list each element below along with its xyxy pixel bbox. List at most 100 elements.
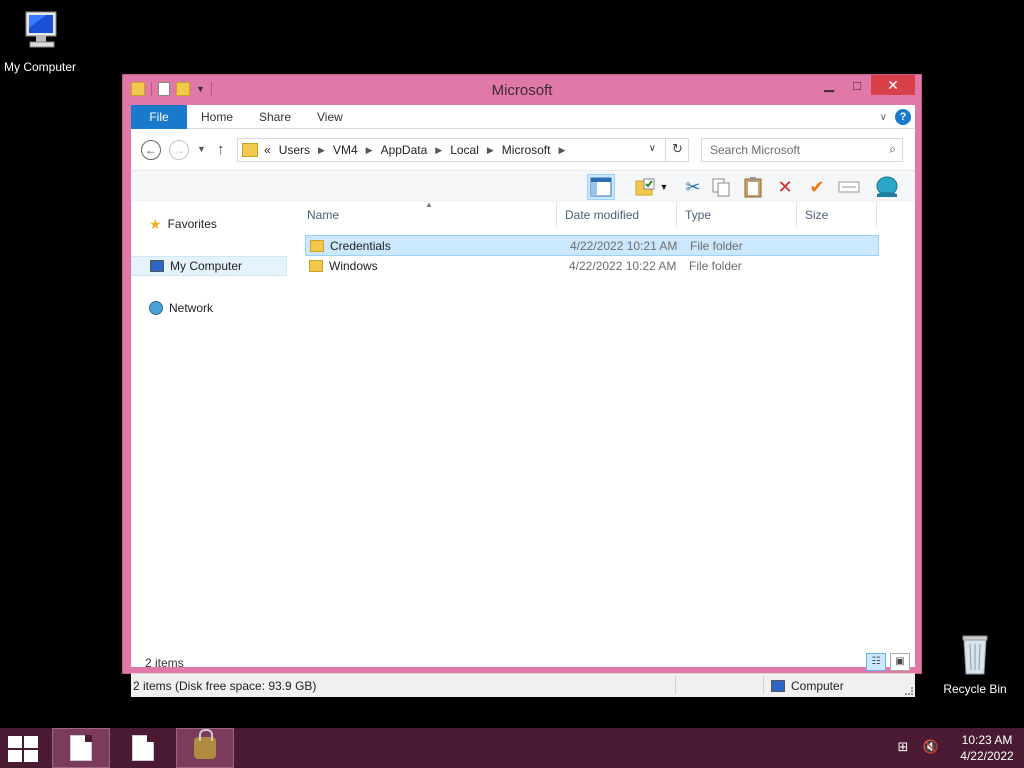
breadcrumb-item[interactable]: Users [279,143,310,157]
clock[interactable]: 10:23 AM 4/22/2022 [950,732,1024,764]
chevron-right-icon[interactable]: ▶ [366,145,373,156]
large-icons-view-button[interactable]: ▣ [890,653,910,671]
preview-pane-button[interactable] [587,174,615,200]
tab-home[interactable]: Home [201,105,233,129]
resize-grip[interactable] [905,687,913,695]
delete-x-icon: ✕ [777,176,793,197]
taskbar-app-document-2[interactable] [114,728,172,768]
taskbar: ⊞ 🔇 10:23 AM 4/22/2022 [0,728,1024,768]
network-icon [149,301,163,315]
taskbar-app-lock[interactable] [176,728,234,768]
forward-button[interactable]: → [169,140,189,160]
nav-item-network[interactable]: Network [131,298,287,318]
delete-button[interactable]: ✕ [771,174,799,200]
globe-icon [876,176,898,197]
column-header-size[interactable]: Size [797,202,877,228]
desktop-recycle-bin[interactable]: Recycle Bin [935,630,1015,696]
folder-check-icon [635,178,655,196]
explorer-window: ▼ Microsoft ▁ □ ✕ File Home Share View ∨… [122,74,922,697]
file-name: Credentials [330,239,391,253]
details-view-button[interactable]: ☷ [866,653,886,671]
status-location-label: Computer [791,679,844,693]
internet-button[interactable] [873,174,901,200]
computer-icon [16,8,64,56]
breadcrumb-item[interactable]: VM4 [333,143,358,157]
copy-button[interactable] [707,174,735,200]
item-count: 2 items [145,656,184,670]
column-headers: ▲ Name Date modified Type Size [297,200,877,228]
windows-logo-icon [8,750,22,762]
table-row[interactable]: Credentials 4/22/2022 10:21 AM File fold… [305,235,879,256]
folder-icon [242,143,258,157]
title-bar[interactable]: ▼ Microsoft ▁ □ ✕ [123,75,921,105]
cut-button[interactable]: ✂ [679,174,707,200]
recent-locations-icon[interactable]: ▼ [197,144,206,154]
minimize-button[interactable]: ▁ [815,75,843,95]
paste-button[interactable] [739,174,767,200]
recycle-bin-icon [951,630,999,678]
clock-time: 10:23 AM [961,733,1013,747]
system-tray: ⊞ 🔇 10:23 AM 4/22/2022 [894,728,1024,768]
arrow-right-icon: → [173,143,185,157]
up-button[interactable]: ↑ [217,141,225,158]
toolbar-dropdown-icon[interactable]: ▼ [657,174,671,200]
file-type: File folder [689,259,742,273]
back-button[interactable]: ← [141,140,161,160]
taskbar-app-document[interactable] [52,728,110,768]
close-button[interactable]: ✕ [871,75,915,95]
chevron-right-icon[interactable]: ▶ [487,145,494,156]
unlocked-padlock-icon [194,729,216,759]
clipboard-icon [744,177,762,198]
address-dropdown-icon[interactable]: ∨ [649,143,656,154]
desktop-my-computer[interactable]: My Computer [0,8,80,74]
star-icon: ★ [149,215,162,232]
breadcrumb-item[interactable]: AppData [381,143,428,157]
address-bar[interactable]: « Users ▶ VM4 ▶ AppData ▶ Local ▶ Micros… [237,138,689,162]
tab-file[interactable]: File [131,105,187,129]
computer-icon [150,260,164,272]
checkmark-icon: ✔ [809,176,825,197]
chevron-right-icon[interactable]: ▶ [318,145,325,156]
file-list: ▲ Name Date modified Type Size Credentia… [297,200,909,622]
column-header-name[interactable]: Name [299,202,557,228]
nav-item-my-computer[interactable]: My Computer [131,256,287,276]
chevron-right-icon[interactable]: ▶ [435,145,442,156]
folder-icon [309,260,323,272]
tab-view[interactable]: View [317,105,343,129]
breadcrumb-item[interactable]: Microsoft [502,143,551,157]
arrow-left-icon: ← [145,143,157,157]
breadcrumb-overflow[interactable]: « [264,143,271,157]
rename-button[interactable]: ✔ [803,174,831,200]
nav-item-label: Favorites [167,217,217,231]
volume-muted-icon[interactable]: 🔇 [922,739,940,757]
maximize-button[interactable]: □ [843,75,871,95]
file-name: Windows [329,259,378,273]
column-header-date-modified[interactable]: Date modified [557,202,677,228]
chevron-right-icon[interactable]: ▶ [558,145,565,156]
command-toolbar: ▼ ✂ ✕ ✔ [131,170,915,202]
change-view-button[interactable] [835,174,863,200]
large-icons-view-icon: ▣ [895,656,905,667]
file-date: 4/22/2022 10:22 AM [569,259,677,273]
table-row[interactable]: Windows 4/22/2022 10:22 AM File folder [305,256,879,277]
refresh-button[interactable]: ↻ [665,138,689,162]
view-switcher: ☷ ▣ [866,653,910,671]
clock-date: 4/22/2022 [960,749,1014,763]
nav-item-favorites[interactable]: ★ Favorites [131,214,287,234]
help-icon[interactable]: ? [895,109,911,125]
search-input[interactable]: Search Microsoft ⌕ [701,138,903,162]
preview-pane-icon [590,177,612,197]
folder-icon [310,240,324,252]
breadcrumb: « Users ▶ VM4 ▶ AppData ▶ Local ▶ Micros… [264,139,565,161]
computer-icon [771,680,785,692]
properties-button[interactable] [631,174,659,200]
column-header-type[interactable]: Type [677,202,797,228]
start-button[interactable] [8,736,38,762]
expand-ribbon-icon[interactable]: ∨ [880,112,887,123]
file-date: 4/22/2022 10:21 AM [570,239,678,253]
window-controls: ▁ □ ✕ [815,75,915,95]
network-status-icon[interactable]: ⊞ [894,739,912,757]
breadcrumb-item[interactable]: Local [450,143,479,157]
view-icon [838,181,860,193]
tab-share[interactable]: Share [259,105,291,129]
